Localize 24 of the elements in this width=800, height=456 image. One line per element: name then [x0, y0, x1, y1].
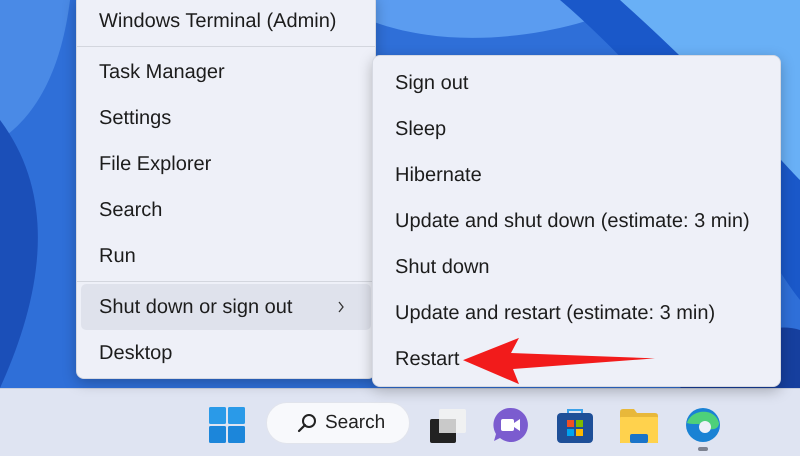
menu-item[interactable]: Windows Terminal (Admin): [81, 0, 371, 44]
menu-item[interactable]: Shut down or sign out: [81, 284, 371, 330]
menu-item[interactable]: Restart: [377, 336, 776, 382]
menu-item[interactable]: Task Manager: [81, 49, 371, 95]
menu-item[interactable]: Hibernate: [377, 152, 776, 198]
video-chat-icon[interactable]: [492, 406, 528, 442]
store-bag-icon[interactable]: [557, 406, 593, 442]
menu-item[interactable]: Search: [81, 187, 371, 233]
menu-item[interactable]: Desktop: [81, 330, 371, 376]
windows-logo-icon[interactable]: [209, 406, 245, 442]
menu-item[interactable]: Sign out: [377, 60, 776, 106]
menu-item[interactable]: Shut down: [377, 244, 776, 290]
browser-icon[interactable]: [685, 406, 721, 442]
menu-item[interactable]: Run: [81, 233, 371, 279]
menu-item[interactable]: File Explorer: [81, 141, 371, 187]
running-indicator: [698, 446, 708, 450]
folder-icon[interactable]: [620, 408, 658, 442]
menu-item[interactable]: Sleep: [377, 106, 776, 152]
menu-item[interactable]: Update and restart (estimate: 3 min): [377, 290, 776, 336]
search-field[interactable]: Search: [266, 402, 410, 444]
task-view-icon[interactable]: [430, 408, 466, 442]
menu-item[interactable]: Settings: [81, 95, 371, 141]
search-icon: [297, 412, 317, 432]
menu-item[interactable]: Update and shut down (estimate: 3 min): [377, 198, 776, 244]
